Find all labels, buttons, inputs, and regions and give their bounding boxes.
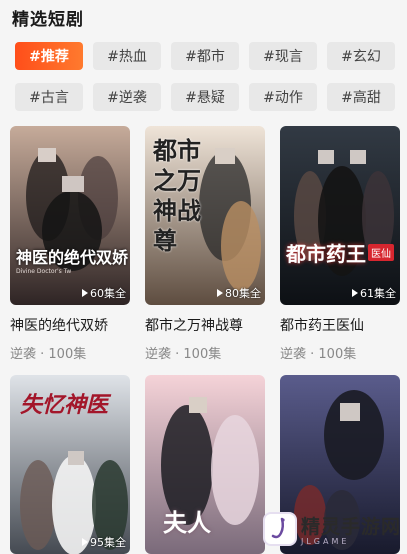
drama-poster[interactable]: 夫人 [145, 375, 265, 554]
drama-meta: 逆袭 · 100集 [280, 347, 357, 362]
watermark-text: 精灵手游网 JLGAME [301, 512, 401, 546]
drama-poster[interactable]: 失忆神医 95集全 [10, 375, 130, 554]
poster-badge: 医仙 [368, 244, 394, 261]
episode-count: 61集全 [360, 287, 396, 300]
drama-card[interactable]: 都市之万神战尊 80集全 都市之万神战尊 逆袭 · 100集 [145, 126, 265, 362]
episode-badge: 80集全 [217, 285, 261, 301]
drama-meta: 逆袭 · 100集 [10, 347, 87, 362]
drama-poster[interactable]: 都市之万神战尊 80集全 [145, 126, 265, 305]
episode-badge: 60集全 [82, 285, 126, 301]
tag-action[interactable]: #动作 [249, 83, 317, 111]
drama-meta: 逆袭 · 100集 [145, 347, 222, 362]
tag-row-1: #推荐 #热血 #都市 #现言 #玄幻 [15, 42, 395, 70]
drama-poster[interactable]: 神医的绝代双娇 Divine Doctor's Tw 60集全 [10, 126, 130, 305]
site-logo-icon [262, 512, 297, 546]
play-icon [217, 289, 223, 297]
drama-card[interactable]: 神医的绝代双娇 Divine Doctor's Tw 60集全 神医的绝代双娇 … [10, 126, 130, 362]
episode-count: 80集全 [225, 287, 261, 300]
poster-title: 神医的绝代双娇 [16, 248, 129, 267]
tag-recommend[interactable]: #推荐 [15, 42, 83, 70]
poster-title: 失忆神医 [20, 393, 109, 418]
poster-title: 夫人 [163, 509, 211, 537]
drama-title[interactable]: 神医的绝代双娇 [10, 315, 130, 335]
watermark-name: 精灵手游网 [300, 516, 401, 538]
episode-badge: 95集全 [82, 534, 126, 550]
tag-hot-blood[interactable]: #热血 [93, 42, 161, 70]
episode-count: 60集全 [90, 287, 126, 300]
poster-title: 都市之万神战尊 [153, 137, 201, 255]
tag-row-2: #古言 #逆袭 #悬疑 #动作 #高甜 [15, 83, 395, 111]
section-title: 精选短剧 [12, 10, 84, 30]
play-icon [82, 538, 88, 546]
tag-comeback[interactable]: #逆袭 [93, 83, 161, 111]
drama-poster[interactable]: 都市药王 医仙 61集全 [280, 126, 400, 305]
poster-title: 都市药王 [286, 242, 366, 266]
drama-card[interactable]: 失忆神医 95集全 [10, 375, 130, 554]
tag-mystery[interactable]: #悬疑 [171, 83, 239, 111]
play-icon [82, 289, 88, 297]
tag-ancient-romance[interactable]: #古言 [15, 83, 83, 111]
tag-filter: #推荐 #热血 #都市 #现言 #玄幻 #古言 #逆袭 #悬疑 #动作 #高甜 [15, 42, 395, 124]
site-watermark: 精灵手游网 JLGAME [262, 512, 401, 546]
tag-urban[interactable]: #都市 [171, 42, 239, 70]
drama-title[interactable]: 都市药王医仙 [280, 315, 400, 335]
poster-subtitle: Divine Doctor's Tw [16, 268, 72, 275]
episode-count: 95集全 [90, 536, 126, 549]
episode-badge: 61集全 [352, 285, 396, 301]
drama-title[interactable]: 都市之万神战尊 [145, 315, 265, 335]
tag-fantasy[interactable]: #玄幻 [327, 42, 395, 70]
play-icon [352, 289, 358, 297]
tag-modern-romance[interactable]: #现言 [249, 42, 317, 70]
drama-card[interactable]: 夫人 [145, 375, 265, 554]
tag-sweet[interactable]: #高甜 [327, 83, 395, 111]
watermark-sub: JLGAME [300, 537, 350, 546]
drama-card[interactable]: 都市药王 医仙 61集全 都市药王医仙 逆袭 · 100集 [280, 126, 400, 362]
